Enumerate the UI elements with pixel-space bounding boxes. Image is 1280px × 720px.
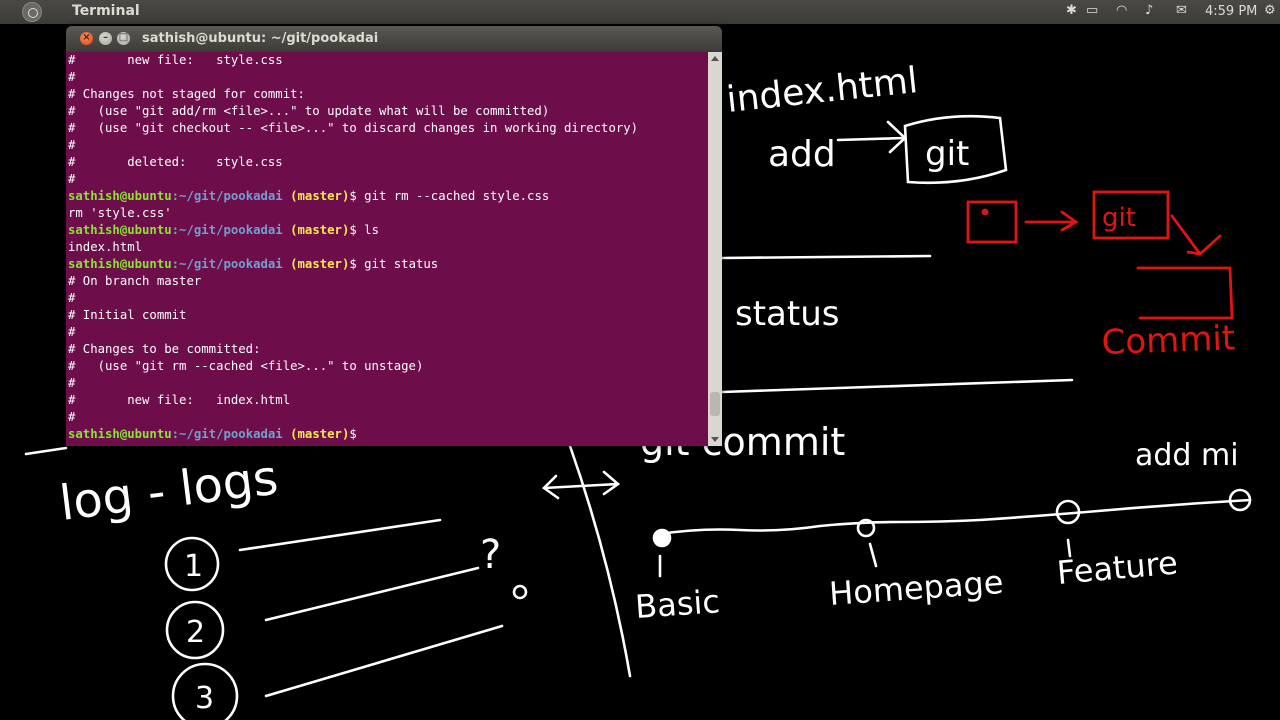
terminal-prompt-line: sathish@ubuntu:~/git/pookadai (master)$ … [66, 256, 708, 273]
divider-2 [720, 378, 1074, 394]
terminal-output-line: # (use "git checkout -- <file>..." to di… [68, 121, 639, 135]
battery-icon[interactable]: ▭ [1086, 3, 1098, 18]
terminal-prompt-line: sathish@ubuntu:~/git/pookadai (master)$ … [66, 222, 708, 239]
terminal-output-line: # [68, 291, 76, 305]
terminal-output-line: # [68, 376, 76, 390]
red-commit-box [1136, 266, 1234, 320]
mail-icon[interactable]: ✉ [1176, 3, 1187, 18]
note-red-git: git [1102, 203, 1136, 233]
note-log: log - logs [57, 450, 281, 532]
prompt-branch: (master) [282, 257, 350, 271]
volume-icon[interactable]: ♪ [1145, 3, 1153, 18]
terminal-output-line: # [68, 172, 76, 186]
line-3 [264, 624, 504, 698]
note-basic: Basic [634, 582, 721, 626]
terminal-output-line: # [68, 70, 76, 84]
scroll-thumb[interactable] [710, 392, 720, 416]
line-2 [264, 566, 480, 622]
timeline [658, 498, 1252, 536]
terminal-output-line: # new file: index.html [68, 393, 291, 407]
prompt-branch: (master) [282, 189, 350, 203]
note-add: add [768, 134, 836, 175]
minimize-button[interactable]: – [99, 32, 112, 45]
prompt-user: sathish@ubuntu [68, 189, 172, 203]
note-feature: Feature [1055, 544, 1179, 592]
note-n3: 3 [195, 681, 214, 716]
tick-homepage [868, 542, 878, 568]
divider-1 [720, 254, 932, 260]
terminal-output-line: # On branch master [68, 274, 202, 288]
window-titlebar[interactable]: × – □ sathish@ubuntu: ~/git/pookadai [66, 26, 722, 52]
terminal-output-line: # Initial commit [68, 308, 187, 322]
ubuntu-logo-icon[interactable] [22, 2, 42, 22]
prompt-branch: (master) [282, 427, 350, 441]
terminal-output-line: # Changes not staged for commit: [68, 87, 305, 101]
prompt-cmd: $ ls [349, 223, 379, 237]
gear-icon[interactable]: ⚙ [1264, 3, 1276, 18]
commit-dot-basic [652, 528, 672, 548]
terminal-output-line: # [68, 138, 76, 152]
red-arrow-1 [1024, 210, 1079, 232]
terminal-prompt-line: sathish@ubuntu:~/git/pookadai (master)$ [66, 426, 708, 443]
small-circle [512, 584, 528, 600]
prompt-cmd: $ [349, 427, 365, 441]
prompt-user: sathish@ubuntu [68, 223, 172, 237]
terminal-output-line: # new file: style.css [68, 53, 283, 67]
prompt-user: sathish@ubuntu [68, 427, 172, 441]
note-homepage: Homepage [828, 563, 1005, 613]
note-n2: 2 [186, 615, 205, 650]
terminal-output-line: index.html [68, 240, 143, 254]
underline-left [24, 446, 68, 456]
terminal-window[interactable]: × – □ sathish@ubuntu: ~/git/pookadai # n… [66, 26, 722, 446]
arrow-add-to-git [836, 120, 907, 154]
close-button[interactable]: × [80, 32, 93, 45]
prompt-cmd: $ git rm --cached style.css [349, 189, 550, 203]
app-title: Terminal [72, 3, 140, 19]
terminal-output-line: # (use "git rm --cached <file>..." to un… [68, 359, 424, 373]
vertical-separator [568, 444, 632, 678]
line-1 [238, 518, 442, 552]
terminal-prompt-line: sathish@ubuntu:~/git/pookadai (master)$ … [66, 188, 708, 205]
prompt-user: sathish@ubuntu [68, 257, 172, 271]
note-question: ? [480, 532, 501, 578]
top-panel: Terminal ✱ ▭ ◠ ♪ ✉ 4:59 PM ⚙ [0, 0, 1280, 24]
terminal-output-line: # (use "git add/rm <file>..." to update … [68, 104, 550, 118]
red-arrow-2 [1170, 214, 1222, 256]
note-status: status [735, 294, 839, 334]
terminal-output-line: # [68, 325, 76, 339]
bluetooth-icon[interactable]: ✱ [1066, 3, 1077, 18]
scroll-down-icon[interactable] [711, 437, 719, 442]
note-git-box: git [925, 134, 969, 174]
prompt-cmd: $ git status [349, 257, 439, 271]
prompt-path: :~/git/pookadai [171, 427, 283, 441]
prompt-path: :~/git/pookadai [171, 189, 283, 203]
terminal-output-line: # Changes to be committed: [68, 342, 261, 356]
red-working-box [966, 200, 1018, 244]
clock[interactable]: 4:59 PM [1205, 4, 1257, 19]
window-title: sathish@ubuntu: ~/git/pookadai [142, 31, 379, 46]
terminal-output[interactable]: # new file: style.css # # Changes not stag… [66, 52, 708, 446]
note-add-mi: add mi [1135, 438, 1239, 473]
red-dot [981, 208, 989, 216]
prompt-path: :~/git/pookadai [171, 223, 283, 237]
terminal-scrollbar[interactable] [708, 52, 722, 446]
terminal-output-line: # [68, 410, 76, 424]
terminal-output-line: # deleted: style.css [68, 155, 283, 169]
prompt-branch: (master) [282, 223, 350, 237]
note-index: index.html [725, 60, 920, 121]
note-n1: 1 [184, 549, 203, 584]
note-red-commit: Commit [1101, 318, 1236, 363]
maximize-button[interactable]: □ [117, 32, 130, 45]
terminal-output-line: rm 'style.css' [68, 206, 172, 220]
prompt-path: :~/git/pookadai [171, 257, 283, 271]
wifi-icon[interactable]: ◠ [1116, 3, 1127, 18]
scroll-up-icon[interactable] [711, 56, 719, 61]
